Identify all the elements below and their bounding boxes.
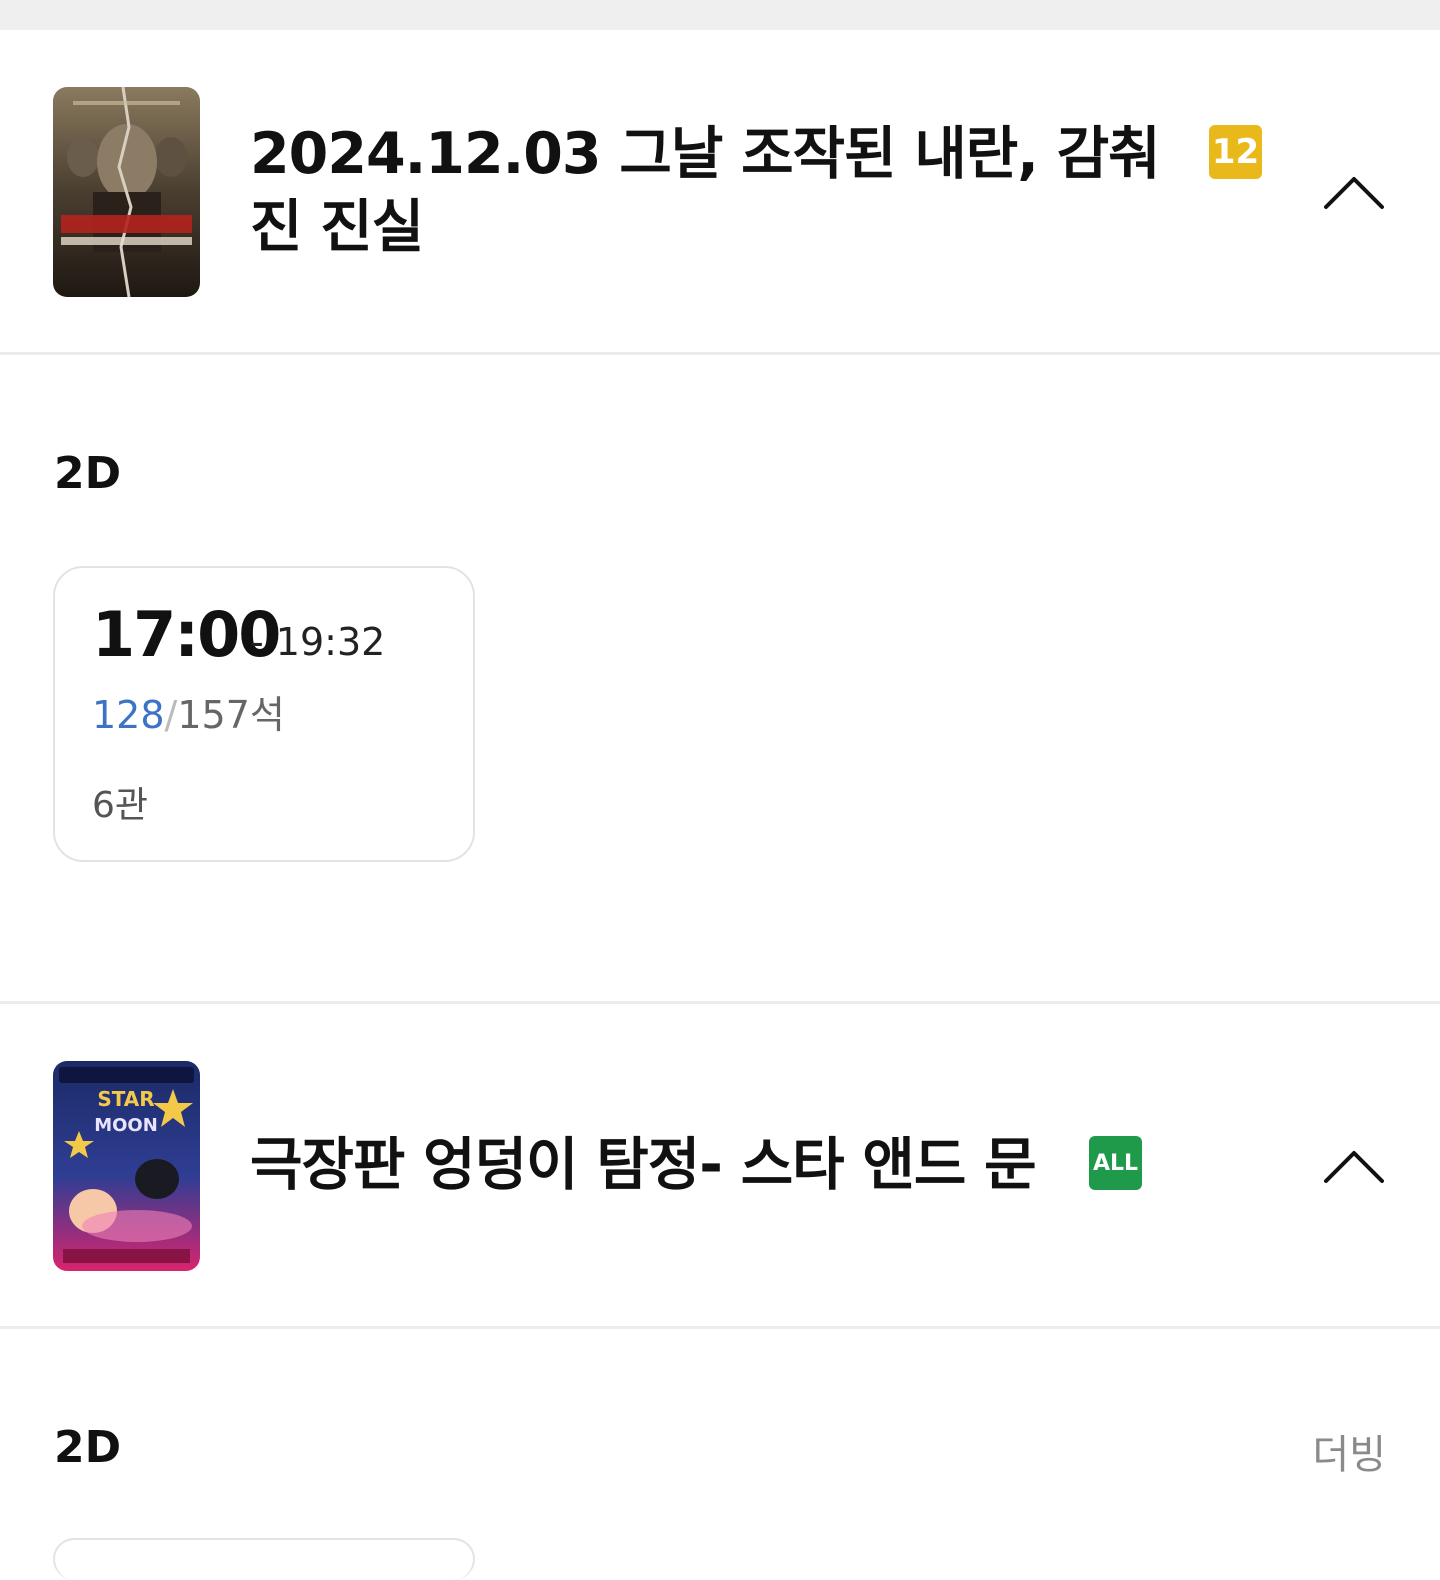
seat-count: 128/157석 [92, 684, 285, 739]
chevron-up-icon[interactable] [1322, 1147, 1386, 1187]
format-label: 2D [54, 448, 122, 499]
movie-title: 2024.12.03 그날 조작된 내란, 감춰진 진실 [250, 121, 1161, 260]
movie-header-2[interactable]: STAR MOON 극장판 엉덩이 탐정- 스타 앤드 문 ALL [0, 1004, 1440, 1326]
svg-text:STAR: STAR [97, 1087, 154, 1111]
available-seats: 128 [92, 693, 165, 737]
total-seats: 157석 [177, 693, 285, 737]
movie-header-1[interactable]: 2024.12.03 그날 조작된 내란, 감춰진 진실 12 [0, 30, 1440, 352]
age-rating-badge: 12 [1209, 125, 1262, 179]
dub-label: 더빙 [1312, 1432, 1386, 1478]
movie-poster: STAR MOON [53, 1061, 200, 1271]
status-bar-strip [0, 0, 1440, 30]
showtime-end: - 19:32 [250, 620, 386, 664]
chevron-up-icon[interactable] [1322, 173, 1386, 213]
hall-name: 6관 [92, 785, 149, 826]
showtime-card[interactable]: 17:00 - 19:32 128/157석 6관 [53, 566, 475, 862]
movie-poster [53, 87, 200, 297]
format-label: 2D [54, 1422, 122, 1473]
divider [0, 352, 1440, 355]
seat-separator: / [164, 693, 178, 737]
showtime-card-partial[interactable] [53, 1538, 475, 1580]
movie-title: 극장판 엉덩이 탐정- 스타 앤드 문 [250, 1132, 1037, 1198]
age-rating-badge: ALL [1089, 1136, 1142, 1190]
svg-text:MOON: MOON [94, 1115, 158, 1136]
divider [0, 1326, 1440, 1329]
